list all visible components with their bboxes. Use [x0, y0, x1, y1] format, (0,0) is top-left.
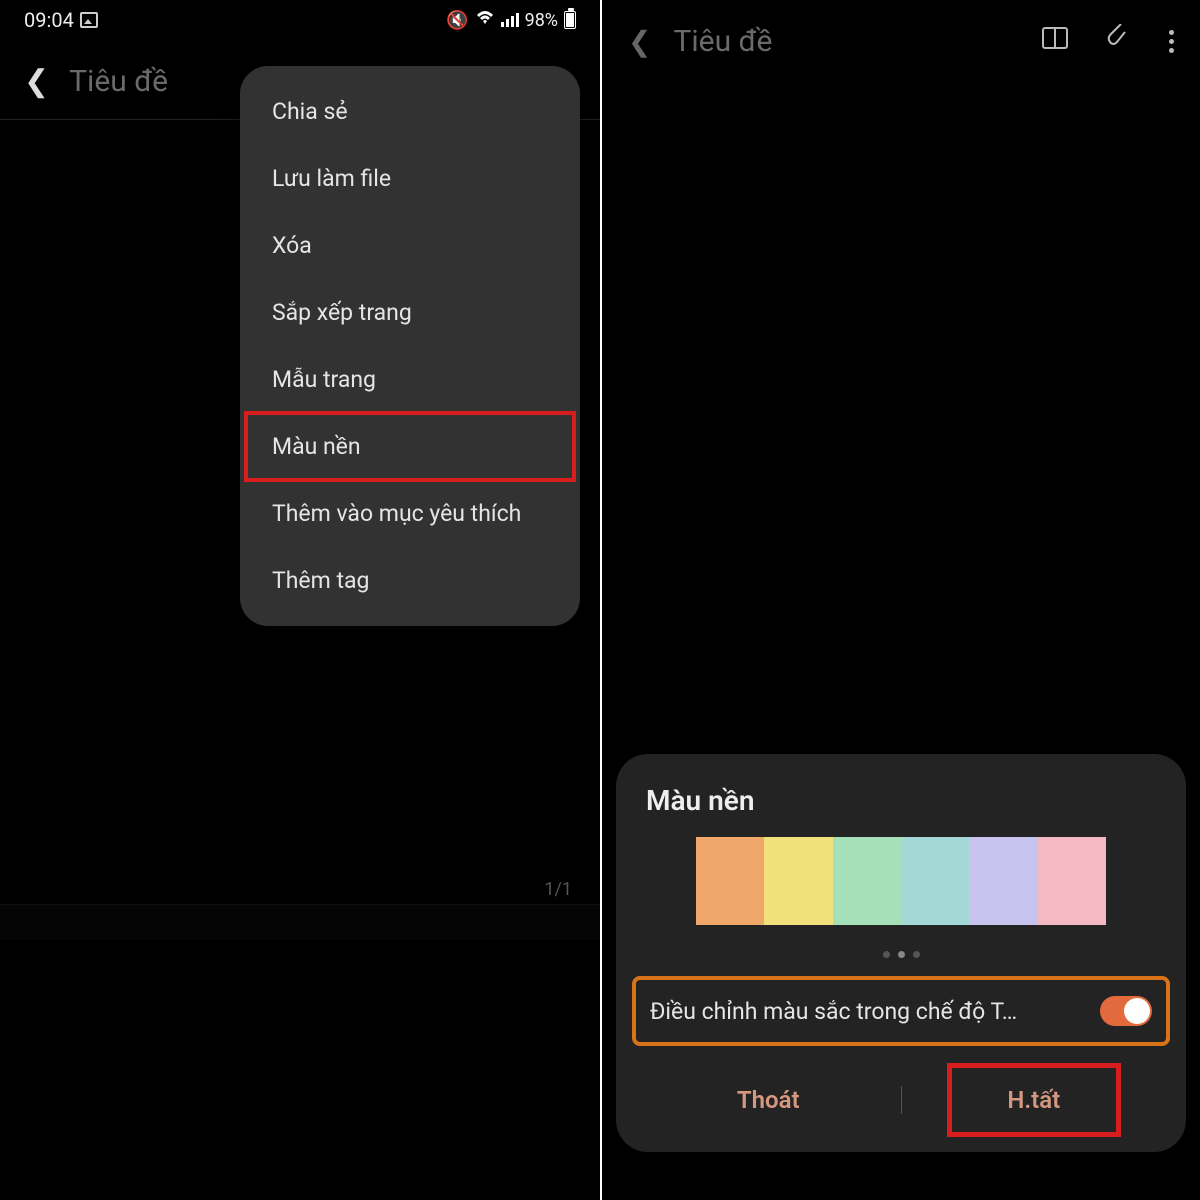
- page-counter: 1/1: [544, 879, 572, 900]
- menu-page-template[interactable]: Mẫu trang: [246, 346, 574, 413]
- dot-1[interactable]: [883, 951, 890, 958]
- swatch-purple[interactable]: [969, 837, 1037, 925]
- status-bar: 09:04 🔇 98%: [0, 0, 600, 36]
- menu-save-file[interactable]: Lưu làm file: [246, 145, 574, 212]
- color-swatches: [696, 837, 1106, 925]
- signal-icon: [501, 13, 519, 27]
- more-icon[interactable]: [1169, 30, 1174, 53]
- dark-mode-toggle[interactable]: [1100, 996, 1152, 1026]
- swatch-orange[interactable]: [696, 837, 764, 925]
- sheet-actions: Thoát H.tất: [636, 1072, 1166, 1128]
- menu-add-tag[interactable]: Thêm tag: [246, 547, 574, 614]
- dot-2[interactable]: [898, 951, 905, 958]
- back-icon[interactable]: ❮: [24, 64, 49, 99]
- dark-mode-adjust-row: Điều chỉnh màu sắc trong chế độ T…: [636, 980, 1166, 1042]
- bottom-toolbar: [0, 904, 600, 940]
- menu-delete[interactable]: Xóa: [246, 212, 574, 279]
- done-button[interactable]: H.tất: [902, 1072, 1167, 1128]
- swatch-green[interactable]: [833, 837, 901, 925]
- swatch-teal[interactable]: [901, 837, 969, 925]
- menu-background-color[interactable]: Màu nền: [246, 413, 574, 480]
- app-header: ❮ Tiêu đề: [602, 0, 1200, 83]
- right-screenshot: ❮ Tiêu đề Màu nền Điều chỉnh: [600, 0, 1200, 1200]
- battery-percent: 98%: [525, 10, 558, 31]
- back-icon[interactable]: ❮: [628, 25, 651, 58]
- swatch-yellow[interactable]: [764, 837, 832, 925]
- cancel-button[interactable]: Thoát: [636, 1072, 901, 1128]
- left-screenshot: 09:04 🔇 98% ❮ Tiêu đề Chia sẻ Lưu làm fi…: [0, 0, 600, 1200]
- page-indicator: [636, 945, 1166, 980]
- menu-add-favorite[interactable]: Thêm vào mục yêu thích: [246, 480, 574, 547]
- clock-time: 09:04: [24, 8, 74, 32]
- background-color-sheet: Màu nền Điều chỉnh màu sắc trong chế độ …: [616, 754, 1186, 1152]
- page-title[interactable]: Tiêu đề: [69, 64, 168, 99]
- toggle-label: Điều chỉnh màu sắc trong chế độ T…: [650, 998, 1090, 1025]
- battery-icon: [564, 11, 576, 29]
- wifi-icon: [475, 10, 495, 31]
- swatch-pink[interactable]: [1038, 837, 1106, 925]
- mute-icon: 🔇: [446, 10, 468, 31]
- menu-sort-page[interactable]: Sắp xếp trang: [246, 279, 574, 346]
- dot-3[interactable]: [913, 951, 920, 958]
- sheet-title: Màu nền: [636, 784, 1166, 837]
- options-menu: Chia sẻ Lưu làm file Xóa Sắp xếp trang M…: [240, 66, 580, 626]
- attachment-icon[interactable]: [1107, 24, 1131, 59]
- menu-share[interactable]: Chia sẻ: [246, 78, 574, 145]
- media-icon: [80, 12, 98, 28]
- page-title[interactable]: Tiêu đề: [673, 24, 772, 59]
- reading-mode-icon[interactable]: [1041, 26, 1069, 57]
